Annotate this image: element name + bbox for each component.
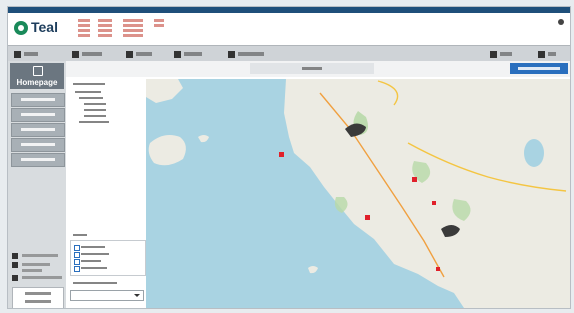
sidebar-item-2[interactable] — [11, 108, 65, 122]
device-icon — [12, 253, 18, 259]
grid-icon — [14, 50, 21, 58]
navigation-tree — [70, 79, 145, 229]
app-window: Teal Homepage — [7, 6, 571, 309]
tree-node[interactable] — [75, 91, 101, 93]
volume-icon — [538, 50, 545, 58]
events-icon — [126, 50, 133, 58]
map-view[interactable] — [146, 79, 570, 308]
chevron-down-icon — [134, 294, 140, 297]
sidebar-home-label: Homepage — [16, 78, 58, 87]
print-icon — [490, 50, 497, 58]
tab-action-button[interactable] — [510, 63, 568, 74]
map-marker[interactable] — [436, 267, 440, 271]
device-icon — [12, 262, 18, 268]
alarm-icon — [72, 50, 79, 58]
sidebar: Homepage — [8, 61, 66, 308]
sidebar-home[interactable]: Homepage — [10, 63, 64, 89]
user-icon[interactable] — [558, 19, 564, 25]
menu-item-3[interactable] — [126, 49, 152, 59]
menu-item-4[interactable] — [174, 49, 202, 59]
filter-checkbox[interactable] — [74, 266, 80, 272]
tree-node[interactable] — [79, 121, 109, 123]
menu-item-1[interactable] — [14, 49, 38, 59]
sidebar-item-4[interactable] — [11, 138, 65, 152]
menu-item-2[interactable] — [72, 49, 102, 59]
logo-text: Teal — [31, 19, 58, 35]
telemetry-icon — [228, 50, 235, 58]
filter-checkbox[interactable] — [74, 259, 80, 265]
menu-item-6[interactable] — [490, 49, 512, 59]
tree-node[interactable] — [84, 103, 106, 105]
map-marker[interactable] — [432, 201, 436, 205]
tab-bar — [66, 61, 570, 77]
tree-node[interactable] — [79, 97, 103, 99]
tree-node[interactable] — [84, 109, 106, 111]
device-icon — [12, 275, 18, 281]
view-select[interactable] — [70, 290, 144, 301]
home-icon — [33, 66, 43, 76]
map-marker[interactable] — [412, 177, 417, 182]
app-header: Teal — [8, 13, 570, 45]
menu-item-7[interactable] — [538, 49, 556, 59]
sidebar-item-1[interactable] — [11, 93, 65, 107]
teal-logo-mark — [14, 21, 28, 35]
tab-home[interactable] — [250, 63, 374, 74]
map-marker[interactable] — [279, 152, 284, 157]
sidebar-item-5[interactable] — [11, 153, 65, 167]
map-marker[interactable] — [365, 215, 370, 220]
tree-node[interactable] — [84, 115, 106, 117]
filter-panel — [70, 232, 146, 308]
filter-list — [70, 240, 146, 276]
audit-icon — [174, 50, 181, 58]
sidebar-item-3[interactable] — [11, 123, 65, 137]
filter-checkbox[interactable] — [74, 252, 80, 258]
clock-panel — [12, 287, 64, 308]
map-canvas — [146, 79, 570, 308]
teal-logo: Teal — [14, 19, 64, 41]
sidebar-status-panel — [10, 253, 64, 308]
menu-item-5[interactable] — [228, 49, 264, 59]
filter-checkbox[interactable] — [74, 245, 80, 251]
